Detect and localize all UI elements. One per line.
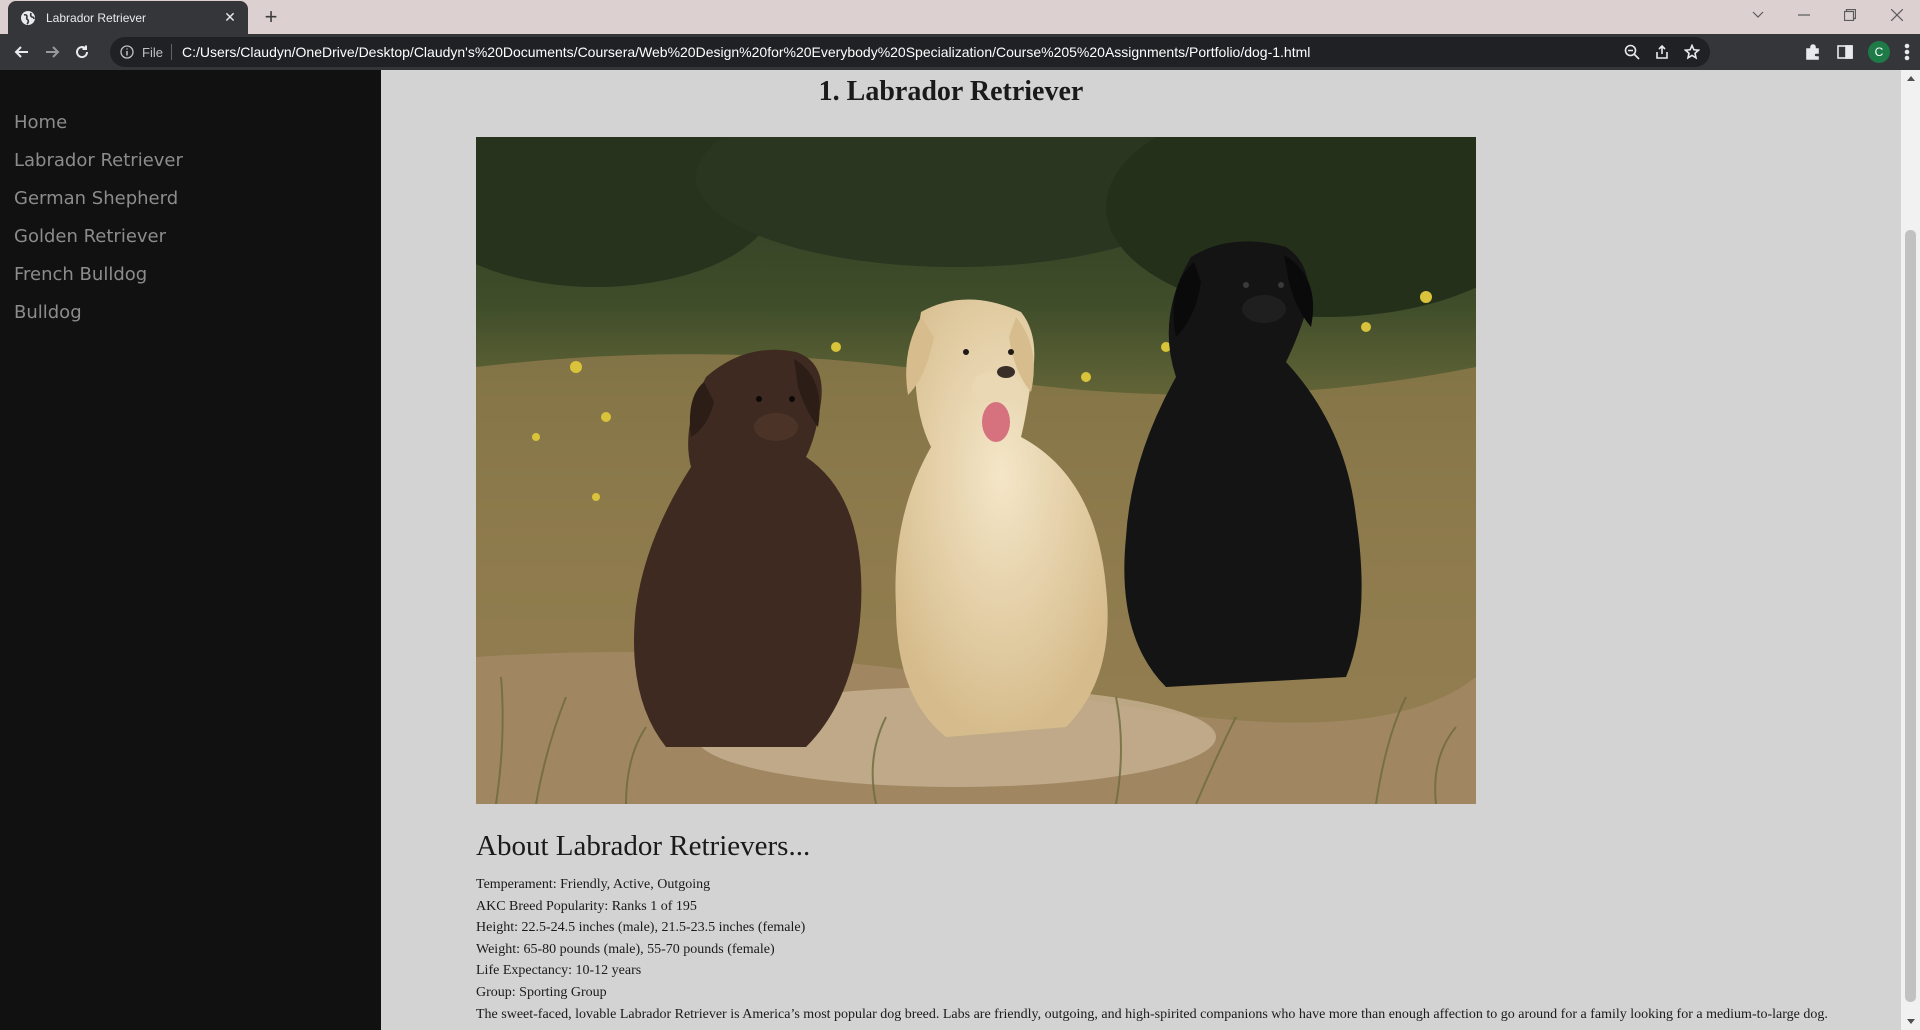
- url-text[interactable]: C:/Users/Claudyn/OneDrive/Desktop/Claudy…: [182, 44, 1310, 60]
- fact-group: Group: Sporting Group: [476, 984, 607, 1000]
- browser-tab[interactable]: Labrador Retriever ✕: [8, 1, 248, 34]
- sidebar-item-french-bulldog[interactable]: French Bulldog: [0, 256, 381, 294]
- browser-toolbar: File C:/Users/Claudyn/OneDrive/Desktop/C…: [0, 34, 1920, 70]
- menu-kebab-icon[interactable]: [1904, 43, 1910, 61]
- fact-weight: Weight: 65-80 pounds (male), 55-70 pound…: [476, 941, 775, 957]
- address-bar[interactable]: File C:/Users/Claudyn/OneDrive/Desktop/C…: [110, 37, 1710, 67]
- bookmark-star-icon[interactable]: [1684, 44, 1700, 60]
- sidebar-nav: Home Labrador Retriever German Shepherd …: [0, 70, 381, 1030]
- breed-facts: Temperament: Friendly, Active, Outgoing …: [476, 874, 1828, 1025]
- scrollbar-thumb[interactable]: [1905, 230, 1916, 1002]
- url-scheme-label: File: [142, 44, 163, 60]
- reload-icon[interactable]: [67, 37, 97, 67]
- main-content: 1. Labrador Retriever About Labrador Ret…: [381, 70, 1901, 1030]
- breed-description: The sweet-faced, lovable Labrador Retrie…: [476, 1006, 1828, 1022]
- fact-life-expectancy: Life Expectancy: 10-12 years: [476, 963, 642, 979]
- sidebar-item-labrador-retriever[interactable]: Labrador Retriever: [0, 142, 381, 180]
- site-info-icon[interactable]: [120, 45, 134, 59]
- scroll-up-icon[interactable]: [1901, 70, 1920, 87]
- globe-icon: [21, 10, 35, 25]
- fact-temperament: Temperament: Friendly, Active, Outgoing: [476, 877, 711, 892]
- close-tab-icon[interactable]: ✕: [222, 9, 238, 26]
- sidebar-item-bulldog[interactable]: Bulldog: [0, 294, 381, 332]
- forward-arrow-icon[interactable]: [37, 37, 67, 67]
- fact-height: Height: 22.5-24.5 inches (male), 21.5-23…: [476, 920, 806, 936]
- minimize-icon[interactable]: [1781, 0, 1827, 30]
- restore-icon[interactable]: [1827, 0, 1873, 30]
- scroll-down-icon[interactable]: [1901, 1013, 1920, 1030]
- close-window-icon[interactable]: [1874, 0, 1920, 30]
- tab-title: Labrador Retriever: [46, 10, 147, 25]
- page-scrollbar[interactable]: [1901, 70, 1920, 1030]
- profile-avatar[interactable]: C: [1868, 41, 1890, 63]
- share-icon[interactable]: [1654, 44, 1670, 60]
- new-tab-button[interactable]: +: [258, 4, 284, 30]
- sidebar-item-golden-retriever[interactable]: Golden Retriever: [0, 218, 381, 256]
- back-arrow-icon[interactable]: [7, 37, 37, 67]
- sidebar-item-german-shepherd[interactable]: German Shepherd: [0, 180, 381, 218]
- page-viewport: Home Labrador Retriever German Shepherd …: [0, 70, 1920, 1030]
- sidebar-item-home[interactable]: Home: [0, 104, 381, 142]
- tab-search-icon[interactable]: [1735, 0, 1781, 30]
- about-heading: About Labrador Retrievers...: [476, 830, 811, 862]
- labrador-retrievers-photo: [476, 137, 1476, 804]
- page-title: 1. Labrador Retriever: [818, 76, 1084, 107]
- extensions-puzzle-icon[interactable]: [1804, 43, 1822, 61]
- omnibox-divider: [170, 44, 172, 60]
- fact-popularity: AKC Breed Popularity: Ranks 1 of 195: [476, 898, 697, 914]
- side-panel-icon[interactable]: [1836, 43, 1854, 61]
- zoom-icon[interactable]: [1624, 44, 1640, 60]
- tab-strip: Labrador Retriever ✕ +: [0, 0, 1920, 34]
